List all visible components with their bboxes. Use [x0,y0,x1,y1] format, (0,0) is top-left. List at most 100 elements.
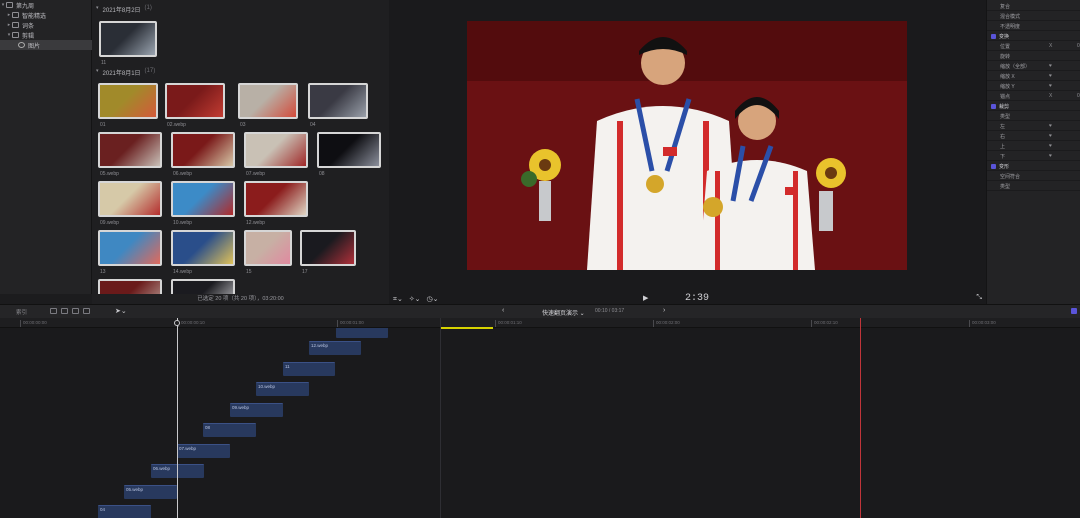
insert-icon[interactable] [61,308,68,314]
clip-thumbnail[interactable] [98,181,162,217]
project-title[interactable]: 快速翻页演示 ⌄ [542,308,585,317]
inspector-value[interactable]: X [1049,43,1052,49]
timeline-clip[interactable]: 12.webp [309,341,361,355]
library-item[interactable]: ▸ 智能精选 [0,10,92,20]
inspector-param[interactable]: 左 ♥ [987,122,1080,131]
disclosure-icon[interactable]: ▾ [96,5,99,14]
inspector-param[interactable]: 旋转 [987,52,1080,61]
browser-clip[interactable]: 15 [244,230,292,275]
clip-thumbnail[interactable] [98,132,162,168]
inspector-param[interactable]: 右 ♥ [987,132,1080,141]
browser-clip[interactable]: 13 [98,230,162,275]
library-item[interactable]: 图片 [0,40,92,50]
fullscreen-icon[interactable]: ⤡ [976,294,982,302]
nav-back-icon[interactable]: ‹ [502,307,504,314]
clip-thumbnail[interactable] [238,83,298,119]
browser-clip[interactable]: 08 [317,132,381,177]
date-group-header[interactable]: ▾ 2021年8月2日 (1) [96,5,152,14]
append-icon[interactable] [72,308,79,314]
index-button[interactable]: 索引 [16,308,27,316]
inspector-param[interactable]: 不透明度 [987,22,1080,31]
clip-thumbnail[interactable] [308,83,368,119]
inspector-param[interactable]: 缩放 Y ♥ [987,82,1080,91]
skimming-toggle-icon[interactable] [1071,308,1077,314]
browser-clip[interactable]: 03 [238,83,298,128]
browser-clip[interactable] [171,279,235,294]
clip-thumbnail[interactable] [171,132,235,168]
inspector-value[interactable]: ♥ [1049,123,1052,129]
browser-clip[interactable]: 04 [308,83,368,128]
library-item[interactable]: ▾ 剪辑 [0,30,92,40]
browser-clip[interactable]: 01 [98,83,158,128]
timeline-clip[interactable]: 08 [203,423,256,437]
inspector-param[interactable]: 位置 X 0 [987,42,1080,51]
browser-clip[interactable]: 09.webp [98,181,162,226]
browser-clip[interactable]: 10.webp [171,181,235,226]
inspector-value[interactable]: ♥ [1049,143,1052,149]
browser-clip[interactable]: 11 [99,21,157,66]
inspector-section[interactable]: 变换 [987,32,1080,41]
timeline-clip[interactable]: 10.webp [256,382,309,396]
browser-clip[interactable]: 17 [300,230,356,275]
disclosure-icon[interactable]: ▾ [96,68,99,77]
clip-thumbnail[interactable] [317,132,381,168]
timeline-clip[interactable] [336,328,388,338]
timeline-ruler[interactable]: 00:00:00:00 00:00:00:10 00:00:01:00 00:00:0… [0,318,1080,328]
clip-thumbnail[interactable] [171,230,235,266]
checkbox-icon[interactable] [991,103,996,109]
clip-thumbnail[interactable] [171,279,235,294]
clip-thumbnail[interactable] [171,181,235,217]
inspector-param[interactable]: 缩放（全部） ♥ [987,62,1080,71]
clip-thumbnail[interactable] [165,83,225,119]
library-item[interactable]: ▸ 词条 [0,20,92,30]
connect-icon[interactable] [50,308,57,314]
inspector-param[interactable]: 缩放 X ♥ [987,72,1080,81]
clip-thumbnail[interactable] [98,83,158,119]
inspector-value[interactable]: ♥ [1049,133,1052,139]
timeline-clip[interactable]: 07.webp [177,444,230,458]
library-item[interactable]: ▾ 第九周 [0,0,92,10]
clip-thumbnail[interactable] [98,279,162,294]
inspector-param[interactable]: 混合模式 [987,12,1080,21]
timeline-clip[interactable]: 11 [283,362,335,376]
date-group-header[interactable]: ▾ 2021年8月1日 (17) [96,68,155,77]
timeline-clip[interactable]: 04 [98,505,151,518]
inspector-value[interactable]: X [1049,93,1052,99]
inspector-param[interactable]: 下 ♥ [987,152,1080,161]
inspector-param[interactable]: 复合 [987,2,1080,11]
inspector-param[interactable]: 类型 [987,182,1080,191]
enhance-icon[interactable]: ✧⌄ [409,295,421,304]
inspector-value[interactable]: ♥ [1049,153,1052,159]
overwrite-icon[interactable] [83,308,90,314]
timecode-display[interactable]: 2:39 [685,293,709,304]
clip-thumbnail[interactable] [98,230,162,266]
inspector-value[interactable]: ♥ [1049,83,1052,89]
inspector-param[interactable]: 锚点 X 0 [987,92,1080,101]
inspector-param[interactable]: 空间符合 [987,172,1080,181]
nav-forward-icon[interactable]: › [663,307,665,314]
browser-clip[interactable]: 14.webp [171,230,235,275]
timeline-area[interactable]: 12.webp 11 10.webp 09.webp 08 07.webp 06.webp 0… [0,328,1080,518]
browser-clip[interactable] [98,279,162,294]
clip-thumbnail[interactable] [99,21,157,57]
browser-clip[interactable]: 12.webp [244,181,308,226]
inspector-value[interactable]: 0 [1077,93,1080,99]
playhead-handle[interactable] [174,320,180,326]
inspector-value[interactable]: ♥ [1049,63,1052,69]
clip-thumbnail[interactable] [300,230,356,266]
clip-thumbnail[interactable] [244,132,308,168]
inspector-value[interactable]: 0 [1077,43,1080,49]
checkbox-icon[interactable] [991,163,996,169]
browser-clip[interactable]: 07.webp [244,132,308,177]
inspector-section[interactable]: 变形 [987,162,1080,171]
inspector-value[interactable]: ♥ [1049,73,1052,79]
inspector-param[interactable]: 类型 [987,112,1080,121]
crop-icon[interactable]: ⌗⌄ [393,295,403,304]
clip-thumbnail[interactable] [244,230,292,266]
clip-thumbnail[interactable] [244,181,308,217]
browser-clip[interactable]: 02.webp [165,83,225,128]
browser-clip[interactable]: 05.webp [98,132,162,177]
play-icon[interactable]: ▶ [643,294,648,302]
select-tool-icon[interactable]: ➤⌄ [115,307,127,315]
checkbox-icon[interactable] [991,33,996,39]
